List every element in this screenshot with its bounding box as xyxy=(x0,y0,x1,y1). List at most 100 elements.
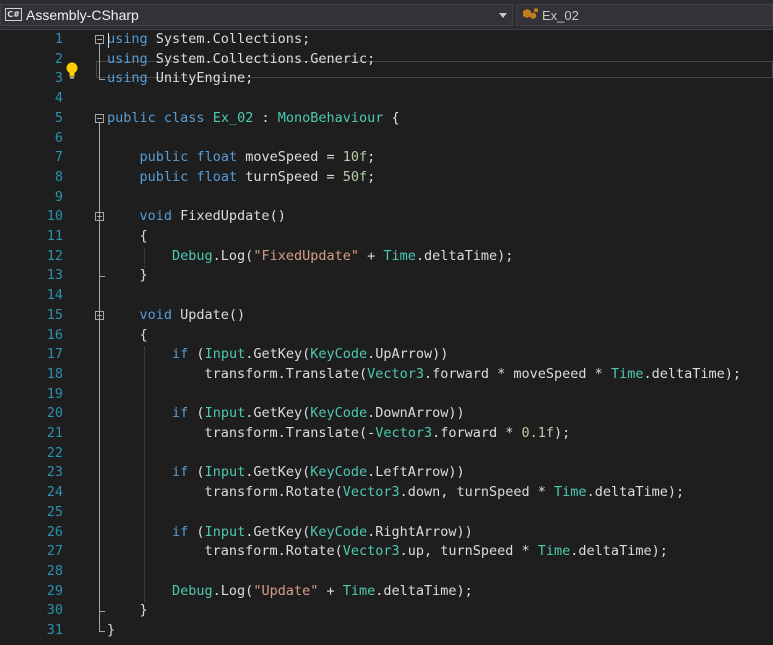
code-token: .LeftArrow)) xyxy=(367,464,465,481)
code-text: using System.Collections.Generic; xyxy=(107,50,375,70)
code-token: .GetKey( xyxy=(245,523,311,540)
code-token: void xyxy=(139,208,173,225)
line-number: 10 xyxy=(46,208,63,225)
code-token: transform.Rotate( xyxy=(107,543,343,560)
code-line[interactable]: 19 xyxy=(0,385,773,405)
code-line[interactable]: 13 } xyxy=(0,266,773,286)
code-token: { xyxy=(107,326,148,343)
code-token: if xyxy=(172,523,189,540)
code-line[interactable]: 9 xyxy=(0,188,773,208)
code-line[interactable]: 27 transform.Rotate(Vector3.up, turnSpee… xyxy=(0,542,773,562)
chevron-down-icon[interactable] xyxy=(499,13,507,18)
code-line[interactable]: 28 xyxy=(0,562,773,582)
code-line[interactable]: 18 transform.Translate(Vector3.forward *… xyxy=(0,365,773,385)
code-token: Input xyxy=(204,405,246,422)
code-line[interactable]: 8 public float turnSpeed = 50f; xyxy=(0,168,773,188)
code-line[interactable]: 2 using System.Collections.Generic; xyxy=(0,50,773,70)
code-token: } xyxy=(107,622,116,638)
code-token: + xyxy=(318,582,343,599)
code-token: public xyxy=(139,168,189,185)
code-line[interactable]: 31} xyxy=(0,621,773,641)
code-line[interactable]: 20 if (Input.GetKey(KeyCode.DownArrow)) xyxy=(0,404,773,424)
code-token: .Log( xyxy=(212,582,254,599)
line-number: 21 xyxy=(46,425,63,441)
text-caret xyxy=(108,33,109,48)
fold-toggle-icon[interactable] xyxy=(95,35,104,44)
code-token: System.Collections; xyxy=(147,31,311,47)
code-token: .deltaTime); xyxy=(643,365,741,382)
code-line[interactable]: 29 Debug.Log("Update" + Time.deltaTime); xyxy=(0,582,773,602)
class-dropdown[interactable]: Ex_02 xyxy=(516,4,773,26)
code-line[interactable]: 1 using System.Collections; xyxy=(0,30,773,50)
code-token: 10f xyxy=(342,149,368,166)
code-token: Ex_02 xyxy=(212,109,254,126)
code-token: .DownArrow)) xyxy=(367,405,465,422)
code-line[interactable]: 7 public float moveSpeed = 10f; xyxy=(0,148,773,168)
code-token: : xyxy=(253,109,278,126)
code-line[interactable]: 26 if (Input.GetKey(KeyCode.RightArrow)) xyxy=(0,523,773,543)
code-line[interactable]: 5 public class Ex_02 : MonoBehaviour { xyxy=(0,109,773,129)
code-token: float xyxy=(196,168,238,185)
line-number: 24 xyxy=(46,484,63,501)
code-text: { xyxy=(107,326,148,346)
code-editor[interactable]: 1 using System.Collections; 2 using System.… xyxy=(0,30,773,645)
code-text: { xyxy=(107,227,148,247)
update-fold-line-end xyxy=(99,611,105,613)
line-number: 13 xyxy=(46,267,63,284)
code-line[interactable]: 14 xyxy=(0,286,773,306)
code-line[interactable]: 12 Debug.Log("FixedUpdate" + Time.deltaT… xyxy=(0,247,773,267)
code-line[interactable]: 17 if (Input.GetKey(KeyCode.UpArrow)) xyxy=(0,345,773,365)
code-line[interactable]: 21 transform.Translate(-Vector3.forward … xyxy=(0,424,773,444)
code-line[interactable]: 23 if (Input.GetKey(KeyCode.LeftArrow)) xyxy=(0,463,773,483)
fold-toggle-icon[interactable] xyxy=(95,113,104,123)
code-line[interactable]: 15 void Update() xyxy=(0,306,773,326)
code-line[interactable]: 4 xyxy=(0,89,773,109)
code-token: ( xyxy=(188,405,205,422)
code-token: KeyCode xyxy=(310,464,368,481)
code-text: } xyxy=(107,621,115,641)
project-dropdown[interactable]: C# Assembly-CSharp xyxy=(0,4,513,26)
code-line[interactable]: 16 { xyxy=(0,326,773,346)
code-token: .UpArrow)) xyxy=(367,346,449,363)
code-token: MonoBehaviour xyxy=(277,109,384,126)
line-number: 30 xyxy=(46,602,63,619)
line-number: 18 xyxy=(46,365,63,382)
line-number: 29 xyxy=(46,582,63,599)
line-number: 7 xyxy=(54,149,63,166)
code-token: using xyxy=(107,70,148,87)
line-number: 2 xyxy=(54,50,63,67)
indent-guide xyxy=(144,248,145,269)
line-number: 1 xyxy=(54,31,63,47)
class-name: Ex_02 xyxy=(542,8,579,23)
code-token: .forward * xyxy=(432,425,522,441)
code-line[interactable]: 30 } xyxy=(0,601,773,621)
code-token: "FixedUpdate" xyxy=(253,247,359,264)
code-line[interactable]: 10 void FixedUpdate() xyxy=(0,207,773,227)
code-token: Time xyxy=(383,247,416,264)
code-token: Vector3 xyxy=(342,484,400,501)
code-line[interactable]: 24 transform.Rotate(Vector3.down, turnSp… xyxy=(0,483,773,503)
code-text: transform.Rotate(Vector3.down, turnSpeed… xyxy=(107,483,685,503)
code-token: .RightArrow)) xyxy=(367,523,473,540)
line-number: 12 xyxy=(46,247,63,264)
code-token: Input xyxy=(204,523,246,540)
code-line[interactable]: 6 xyxy=(0,129,773,149)
code-token: .GetKey( xyxy=(245,346,311,363)
code-token: KeyCode xyxy=(310,523,368,540)
code-text: if (Input.GetKey(KeyCode.RightArrow)) xyxy=(107,523,473,543)
code-line[interactable]: 22 xyxy=(0,444,773,464)
code-line[interactable]: 25 xyxy=(0,503,773,523)
line-number: 31 xyxy=(46,622,63,638)
line-number: 3 xyxy=(54,70,63,87)
code-token: Vector3 xyxy=(367,365,424,382)
code-token: public xyxy=(107,109,156,126)
code-text: } xyxy=(107,601,148,621)
code-line[interactable]: 3 using UnityEngine; xyxy=(0,69,773,89)
code-line[interactable]: 11 { xyxy=(0,227,773,247)
code-text: using UnityEngine; xyxy=(107,69,253,89)
line-number: 17 xyxy=(46,346,63,363)
